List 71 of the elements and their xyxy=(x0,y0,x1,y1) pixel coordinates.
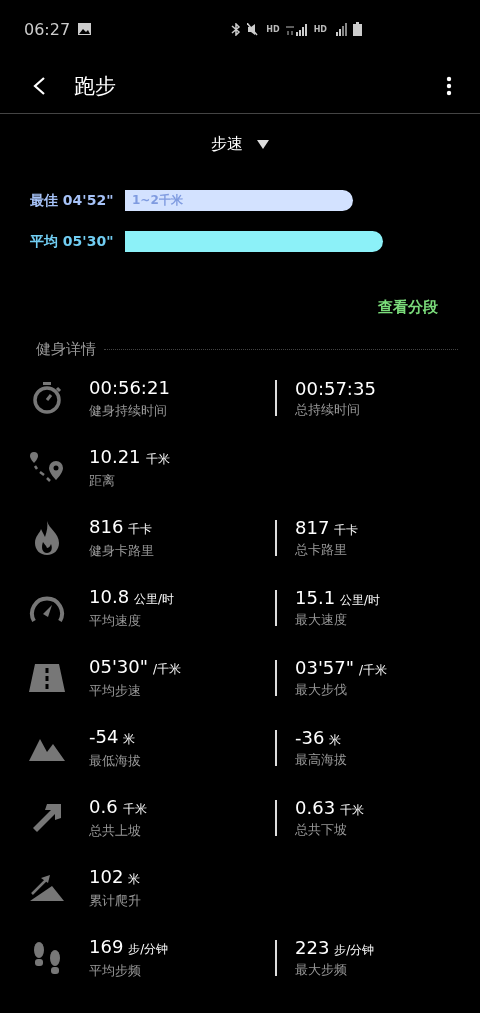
metric-unit: 步/分钟 xyxy=(334,942,375,959)
metric-value: -54 xyxy=(89,726,119,747)
metric-value: 223 xyxy=(295,937,330,958)
metric-value: 0.6 xyxy=(89,796,118,817)
metric-label: 累计爬升 xyxy=(89,892,142,910)
metric-label: 最低海拔 xyxy=(89,752,142,770)
metric-unit: 公里/时 xyxy=(340,592,381,609)
metric-unit: 千卡 xyxy=(334,522,359,539)
road-icon xyxy=(28,664,65,692)
bar-inner-label: 1~2千米 xyxy=(132,192,183,209)
metric-label: 总共下坡 xyxy=(295,821,348,839)
metric-dropdown[interactable]: 步速 xyxy=(205,132,275,156)
dropdown-caret-icon xyxy=(257,139,269,149)
footprints-icon xyxy=(31,940,62,976)
metric-label: 平均步速 xyxy=(89,682,142,700)
metric-label: 最大速度 xyxy=(295,611,348,629)
metric-value: 00:56:21 xyxy=(89,376,170,398)
bluetooth-icon xyxy=(231,22,242,36)
bar-label: 平均 05'30" xyxy=(30,232,115,251)
metric-label: 平均速度 xyxy=(89,612,142,630)
metric-value: 10.8 xyxy=(89,586,130,607)
mute-icon xyxy=(247,22,261,36)
metric-unit: /千米 xyxy=(153,661,182,678)
image-icon xyxy=(78,23,92,35)
metric-unit: 千米 xyxy=(145,451,170,468)
page-title: 跑步 xyxy=(74,72,117,100)
flame-icon xyxy=(32,520,61,556)
diagonal-arrow-icon xyxy=(31,803,62,833)
metric-label: 健身持续时间 xyxy=(89,401,168,420)
metric-value: 15.1 xyxy=(295,587,336,608)
metric-value: 05'30" xyxy=(89,656,149,677)
metric-value: 817 xyxy=(295,517,330,538)
metric-unit: 公里/时 xyxy=(134,591,175,608)
metric-unit: 步/分钟 xyxy=(128,941,169,958)
metric-label: 平均步频 xyxy=(89,962,142,980)
metric-value: 0.63 xyxy=(295,797,336,818)
clock-time: 06:27 xyxy=(24,19,71,39)
metric-value: 03'57" xyxy=(295,657,355,678)
metric-value: 169 xyxy=(89,936,124,957)
view-splits-link[interactable]: 查看分段 xyxy=(378,298,438,317)
metric-unit: 千米 xyxy=(340,802,365,819)
more-icon xyxy=(446,75,452,96)
metric-label: 健身卡路里 xyxy=(89,542,155,560)
battery-icon xyxy=(353,22,362,36)
speedometer-icon xyxy=(28,594,65,622)
back-icon xyxy=(32,75,46,96)
metric-unit: 米 xyxy=(123,731,136,748)
metric-label: 总卡路里 xyxy=(295,541,348,559)
metric-unit: /千米 xyxy=(359,662,388,679)
metric-unit: 千卡 xyxy=(128,521,153,538)
hd-indicator: HD xyxy=(313,24,327,34)
climb-icon xyxy=(29,874,64,902)
metric-label: 最高海拔 xyxy=(295,751,348,769)
metric-label: 总共上坡 xyxy=(89,822,142,840)
metric-value: 00:57:35 xyxy=(295,377,376,399)
metric-label: 最大步伐 xyxy=(295,681,348,699)
metric-value: 10.21 xyxy=(89,446,141,467)
hd-indicator: HD xyxy=(266,24,280,34)
signal-icon xyxy=(333,22,347,36)
bar-label: 最佳 04'52" xyxy=(30,191,115,210)
section-title: 健身详情 xyxy=(36,339,96,359)
metric-label: 最大步频 xyxy=(295,961,348,979)
metric-unit: 米 xyxy=(329,732,342,749)
metric-unit: 千米 xyxy=(122,801,147,818)
metric-label: 距离 xyxy=(89,472,116,490)
metric-value: 816 xyxy=(89,516,124,537)
metric-unit: 米 xyxy=(128,871,141,888)
metric-value: -36 xyxy=(295,727,325,748)
metric-value: 102 xyxy=(89,866,124,887)
signal-icon xyxy=(285,22,308,36)
metric-label: 总持续时间 xyxy=(295,400,361,419)
